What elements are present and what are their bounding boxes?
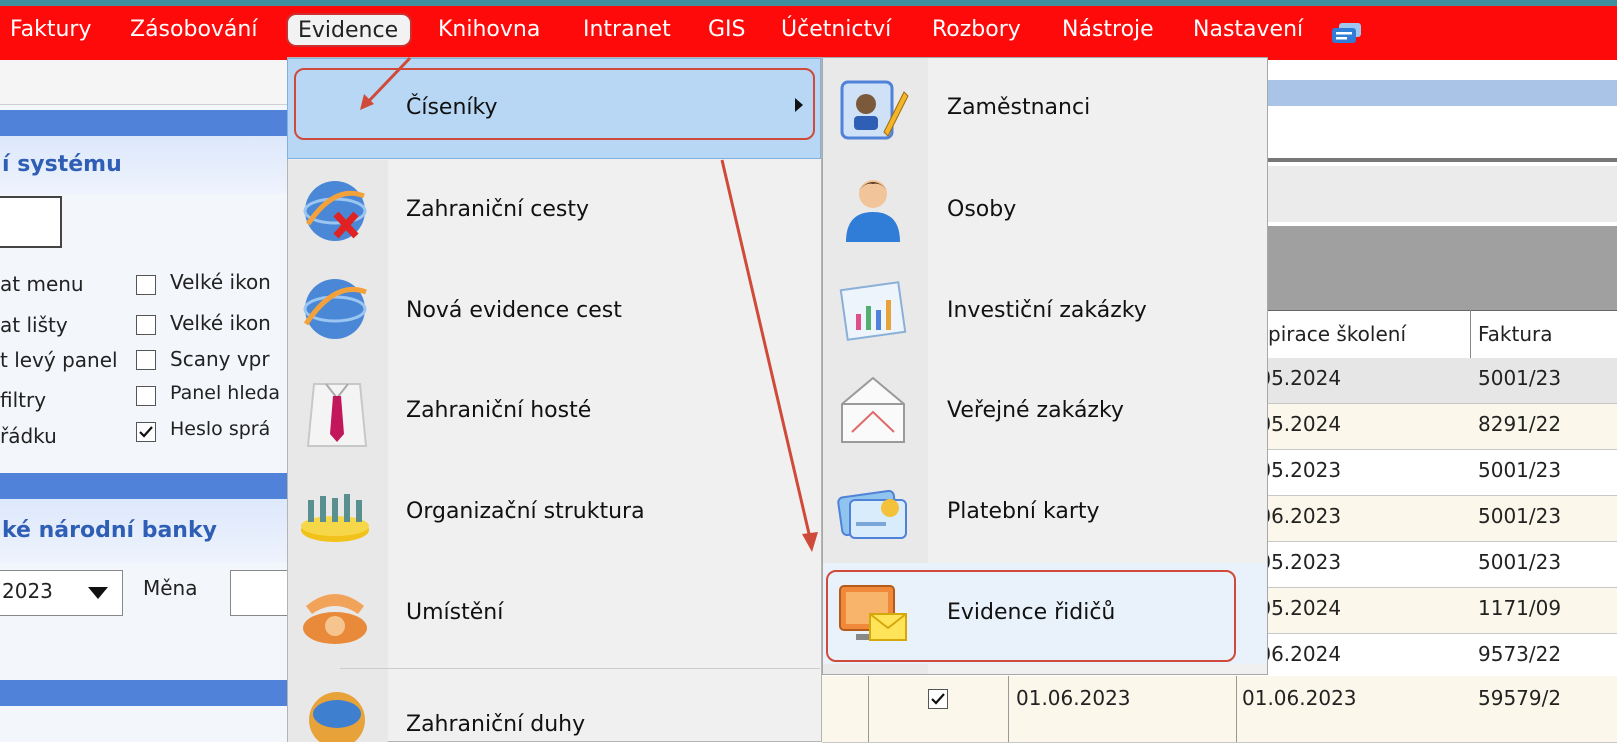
section-title-system: í systému (2, 152, 122, 177)
cell-faktura: 59579/2 (1478, 686, 1562, 710)
option-label: Velké ikon (170, 270, 271, 294)
year-combobox[interactable]: 2023 (0, 570, 123, 616)
divider (1250, 158, 1617, 162)
menu-nastaveni[interactable]: Nastavení (1193, 17, 1303, 42)
menu-faktury[interactable]: Faktury (10, 17, 92, 42)
currency-field[interactable] (230, 570, 291, 616)
option-label: Velké ikon (170, 311, 271, 335)
menu-item-ciseniky-label: Číseníky (406, 95, 498, 120)
menu-intranet[interactable]: Intranet (583, 17, 671, 42)
cell-faktura: 5001/23 (1478, 366, 1562, 390)
investment-chart-icon (839, 281, 907, 341)
annotation-highlight-box (826, 570, 1236, 662)
checkbox[interactable] (136, 350, 156, 370)
cell-faktura: 5001/23 (1478, 504, 1562, 528)
menu-item-label: Umístění (406, 600, 504, 625)
cell-faktura: 1171/09 (1478, 596, 1562, 620)
menu-ucetnictvi[interactable]: Účetnictví (781, 17, 891, 42)
menu-gis[interactable]: GIS (708, 17, 746, 42)
checkbox-checked[interactable] (136, 422, 156, 442)
menu-knihovna[interactable]: Knihovna (438, 17, 540, 42)
checkmark-icon (931, 693, 945, 705)
checkbox[interactable] (136, 386, 156, 406)
option-label: Panel hleda (170, 382, 281, 404)
left-panel-toolbar (0, 60, 290, 105)
checkbox-checked[interactable] (928, 689, 948, 709)
option-label: řádku (0, 424, 57, 448)
column-header-faktura[interactable]: Faktura (1478, 322, 1553, 346)
option-label: Scany vpr (170, 347, 270, 371)
submenu-arrow-icon (795, 98, 803, 112)
telephone-icon (303, 594, 367, 644)
section-header-bar (0, 680, 290, 706)
option-label: Heslo sprá (170, 418, 271, 440)
checkbox[interactable] (136, 275, 156, 295)
cell-faktura: 5001/23 (1478, 458, 1562, 482)
settings-button-box[interactable] (0, 196, 62, 248)
cell-faktura: 9573/22 (1478, 642, 1562, 666)
section-title-bank: ké národní banky (2, 518, 217, 543)
envelope-icon (841, 376, 905, 443)
option-label: at menu (0, 272, 84, 296)
option-label: at lišty (0, 313, 68, 337)
menu-zasobovani[interactable]: Zásobování (130, 17, 257, 42)
menu-evidence[interactable]: Evidence (286, 13, 412, 47)
person-icon (846, 180, 900, 242)
column-divider (868, 676, 869, 742)
submenu-item-label: Platební karty (947, 499, 1100, 524)
payment-card-icon (837, 489, 907, 539)
chat-bubbles-icon[interactable] (1331, 22, 1363, 46)
section-header-bar (0, 110, 290, 136)
menu-item-label: Zahraniční cesty (406, 197, 589, 222)
shirt-tie-icon (306, 383, 368, 447)
menu-item-label: Organizační struktura (406, 499, 645, 524)
option-label: filtry (0, 388, 47, 412)
menu-rozbory[interactable]: Rozbory (932, 17, 1021, 42)
cell-faktura: 8291/22 (1478, 412, 1562, 436)
column-divider (1008, 676, 1009, 742)
globe-icon (303, 279, 367, 339)
option-label: t levý panel (0, 348, 118, 372)
cell-date: 01.06.2023 (1016, 686, 1131, 710)
submenu-item-label: Zaměstnanci (947, 95, 1091, 120)
year-value: 2023 (2, 579, 53, 603)
submenu-item-label: Osoby (947, 197, 1017, 222)
menu-item-label: Zahraniční duhy (406, 712, 586, 737)
checkbox[interactable] (136, 315, 156, 335)
annotation-highlight-box (294, 68, 815, 140)
menu-separator (340, 668, 820, 669)
section-header-bar (0, 473, 290, 499)
right-toolbar (1250, 166, 1617, 222)
cell-expirace: 01.06.2023 (1242, 686, 1357, 710)
menu-item-label: Nová evidence cest (406, 298, 622, 323)
menu-evidence-label: Evidence (298, 18, 399, 43)
menu-nastroje[interactable]: Nástroje (1062, 17, 1154, 42)
column-header-expirace[interactable]: pirace školení (1268, 322, 1406, 346)
chevron-down-icon (88, 587, 108, 599)
currency-label: Měna (143, 576, 198, 600)
column-divider (1236, 676, 1237, 742)
globe-folder-icon (309, 692, 365, 742)
submenu-item-label: Investiční zakázky (947, 298, 1147, 323)
right-pane-header (1250, 80, 1617, 106)
submenu-item-label: Veřejné zakázky (947, 398, 1124, 423)
menu-item-label: Zahraniční hosté (406, 398, 592, 423)
globe-cross-icon (303, 181, 367, 241)
people-group-icon (301, 494, 369, 542)
cell-faktura: 5001/23 (1478, 550, 1562, 574)
grid-group-band (1250, 226, 1617, 310)
employee-card-icon (840, 80, 909, 140)
checkmark-icon (139, 426, 153, 438)
